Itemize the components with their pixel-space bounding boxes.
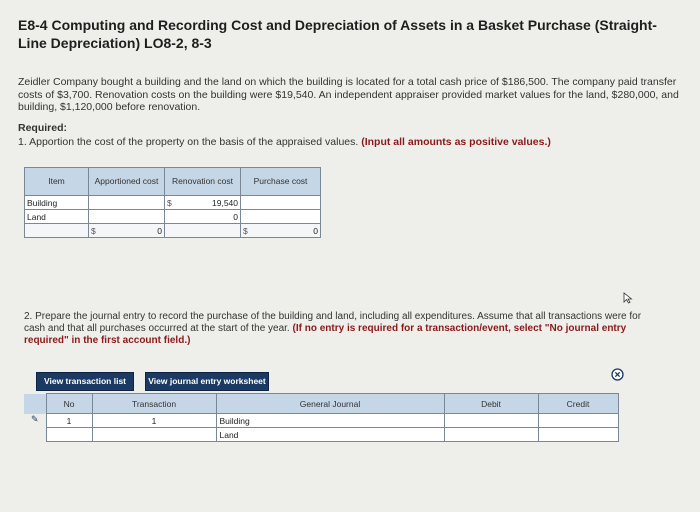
apportion-table: Item Apportioned cost Renovation cost Pu… — [24, 167, 321, 238]
account-field-building[interactable]: Building — [215, 413, 445, 428]
debit-input-land[interactable] — [443, 427, 539, 442]
total-apportioned: $ 0 — [88, 223, 165, 238]
entry-transaction-blank — [91, 427, 217, 442]
header-transaction: Transaction — [91, 393, 217, 414]
total-renovation — [164, 223, 241, 238]
required-heading: Required: — [18, 122, 68, 134]
header-purchase-cost: Purchase cost — [240, 167, 321, 196]
header-apportioned-cost: Apportioned cost — [88, 167, 165, 196]
page-title: E8-4 Computing and Recording Cost and De… — [18, 17, 657, 51]
header-debit: Debit — [443, 393, 539, 414]
building-renovation-cost: $ 19,540 — [164, 195, 241, 210]
land-purchase-input[interactable] — [240, 209, 321, 224]
account-building: Building — [219, 415, 250, 426]
cursor-icon — [623, 292, 633, 304]
dollar-sign: $ — [167, 197, 172, 208]
debit-input-building[interactable] — [443, 413, 539, 428]
total-label — [24, 223, 89, 238]
requirement-2: 2. Prepare the journal entry to record t… — [24, 311, 664, 347]
header-general-journal: General Journal — [215, 393, 445, 414]
land-renovation-value: 0 — [164, 209, 241, 224]
requirement-1-note: (Input all amounts as positive values.) — [361, 136, 551, 148]
dollar-sign: $ — [243, 225, 248, 236]
credit-input-building[interactable] — [537, 413, 619, 428]
header-item: Item — [24, 167, 89, 196]
close-icon[interactable] — [611, 368, 624, 381]
entry-no: 1 — [45, 413, 93, 428]
total-purchase-value: 0 — [313, 225, 318, 236]
row-label-land: Land — [24, 209, 89, 224]
dollar-sign: $ — [91, 225, 96, 236]
pencil-icon[interactable]: ✎ — [31, 414, 39, 424]
account-land: Land — [219, 429, 239, 440]
pencil-column-header — [24, 393, 46, 414]
view-transaction-list-button[interactable]: View transaction list — [36, 372, 134, 391]
land-apportioned-input[interactable] — [88, 209, 165, 224]
building-purchase-input[interactable] — [240, 195, 321, 210]
view-journal-worksheet-button[interactable]: View journal entry worksheet — [145, 372, 269, 391]
header-no: No — [45, 393, 93, 414]
journal-table: No Transaction General Journal Debit Cre… — [24, 393, 619, 442]
requirement-1-text: 1. Apportion the cost of the property on… — [18, 136, 359, 148]
entry-no-blank — [45, 427, 93, 442]
building-apportioned-input[interactable] — [88, 195, 165, 210]
credit-input-land[interactable] — [537, 427, 619, 442]
account-field-land[interactable]: Land — [215, 427, 445, 442]
total-apportioned-value: 0 — [157, 225, 162, 236]
requirement-1: 1. Apportion the cost of the property on… — [18, 136, 678, 148]
row-label-building: Building — [24, 195, 89, 210]
entry-transaction: 1 — [91, 413, 217, 428]
header-renovation-cost: Renovation cost — [164, 167, 241, 196]
building-renovation-value: 19,540 — [212, 197, 238, 208]
problem-intro: Zeidler Company bought a building and th… — [18, 76, 679, 113]
header-credit: Credit — [537, 393, 619, 414]
total-purchase: $ 0 — [240, 223, 321, 238]
edit-entry[interactable]: ✎ — [24, 413, 46, 442]
